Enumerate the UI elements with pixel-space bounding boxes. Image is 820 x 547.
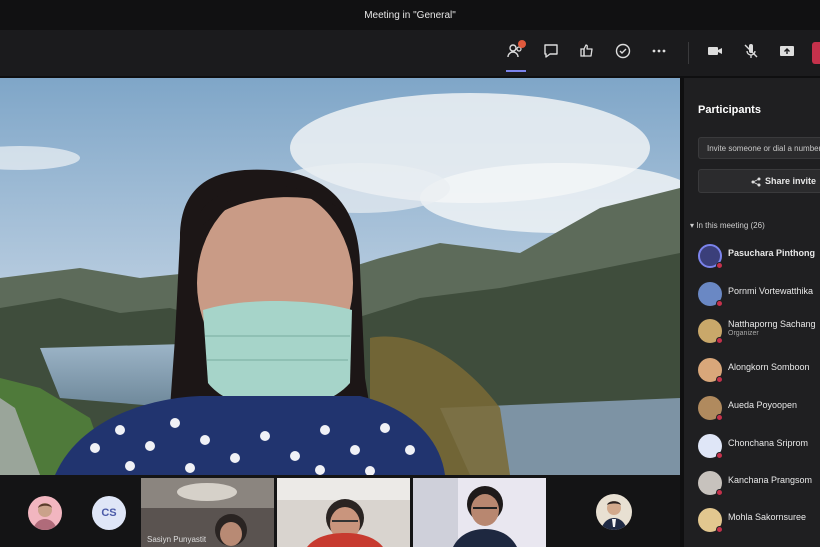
leave-button[interactable]	[812, 42, 820, 64]
chat-button[interactable]	[540, 42, 562, 64]
muted-indicator-icon	[716, 452, 723, 459]
active-indicator	[506, 70, 526, 72]
camera-button[interactable]	[704, 42, 726, 64]
participant-row[interactable]: Kanchana Prangsom	[694, 467, 820, 497]
microphone-button[interactable]	[740, 42, 762, 64]
reactions-button[interactable]	[576, 42, 598, 64]
muted-indicator-icon	[716, 262, 723, 269]
notification-badge	[518, 40, 526, 48]
title-bar: Meeting in "General"	[0, 0, 820, 30]
video-thumbnail[interactable]	[413, 478, 546, 547]
muted-indicator-icon	[716, 300, 723, 307]
share-icon	[751, 177, 761, 187]
window-title: Meeting in "General"	[364, 9, 456, 21]
meeting-toolbar	[0, 30, 820, 76]
muted-indicator-icon	[716, 376, 723, 383]
thumbnail-video	[277, 478, 410, 547]
participant-row[interactable]: Pornmi Vortewatthika	[694, 278, 820, 308]
presenter-video	[0, 78, 680, 475]
more-options-button[interactable]	[648, 42, 670, 64]
participants-button[interactable]	[504, 40, 526, 72]
participant-row[interactable]: Alongkorn Somboon	[694, 354, 820, 384]
video-thumbnail[interactable]	[277, 478, 410, 547]
main-video-stage[interactable]	[0, 78, 680, 475]
participant-row[interactable]: Chonchana Sriprom	[694, 430, 820, 460]
in-meeting-section-header[interactable]: ▾ In this meeting (26)	[690, 221, 765, 230]
participant-row[interactable]: Mohla Sakornsuree	[694, 504, 820, 534]
invite-input[interactable]: Invite someone or dial a number	[698, 137, 820, 159]
video-thumbnail[interactable]: Sasiyn Punyastit	[141, 478, 274, 547]
toolbar-divider	[688, 42, 689, 64]
person-photo-icon	[33, 503, 57, 530]
muted-indicator-icon	[716, 489, 723, 496]
muted-indicator-icon	[716, 414, 723, 421]
person-photo-icon	[601, 501, 627, 530]
reactions-icon	[578, 42, 596, 65]
share-invite-button[interactable]: Share invite	[698, 169, 820, 193]
participant-row[interactable]: Aueda Poyoopen	[694, 392, 820, 422]
strip-avatar-initials[interactable]: CS	[92, 496, 126, 530]
panel-title: Participants	[698, 104, 761, 116]
strip-avatar[interactable]	[596, 494, 632, 530]
participant-row[interactable]: Natthaporng Sachang Organizer	[694, 315, 820, 345]
thumbnail-video	[413, 478, 546, 547]
more-options-icon	[650, 42, 668, 65]
microphone-icon	[742, 42, 760, 65]
camera-icon	[706, 42, 724, 65]
share-tray-button[interactable]	[776, 42, 798, 64]
thumbnail-name: Sasiyn Punyastit	[147, 535, 207, 544]
breakout-rooms-icon	[614, 42, 632, 65]
chat-icon	[542, 42, 560, 65]
participant-row[interactable]: Pasuchara Pinthong	[694, 240, 820, 270]
strip-avatar[interactable]	[28, 496, 62, 530]
share-tray-icon	[778, 42, 796, 65]
muted-indicator-icon	[716, 526, 723, 533]
muted-indicator-icon	[716, 337, 723, 344]
participants-panel: Participants Invite someone or dial a nu…	[684, 78, 820, 547]
breakout-rooms-button[interactable]	[612, 42, 634, 64]
